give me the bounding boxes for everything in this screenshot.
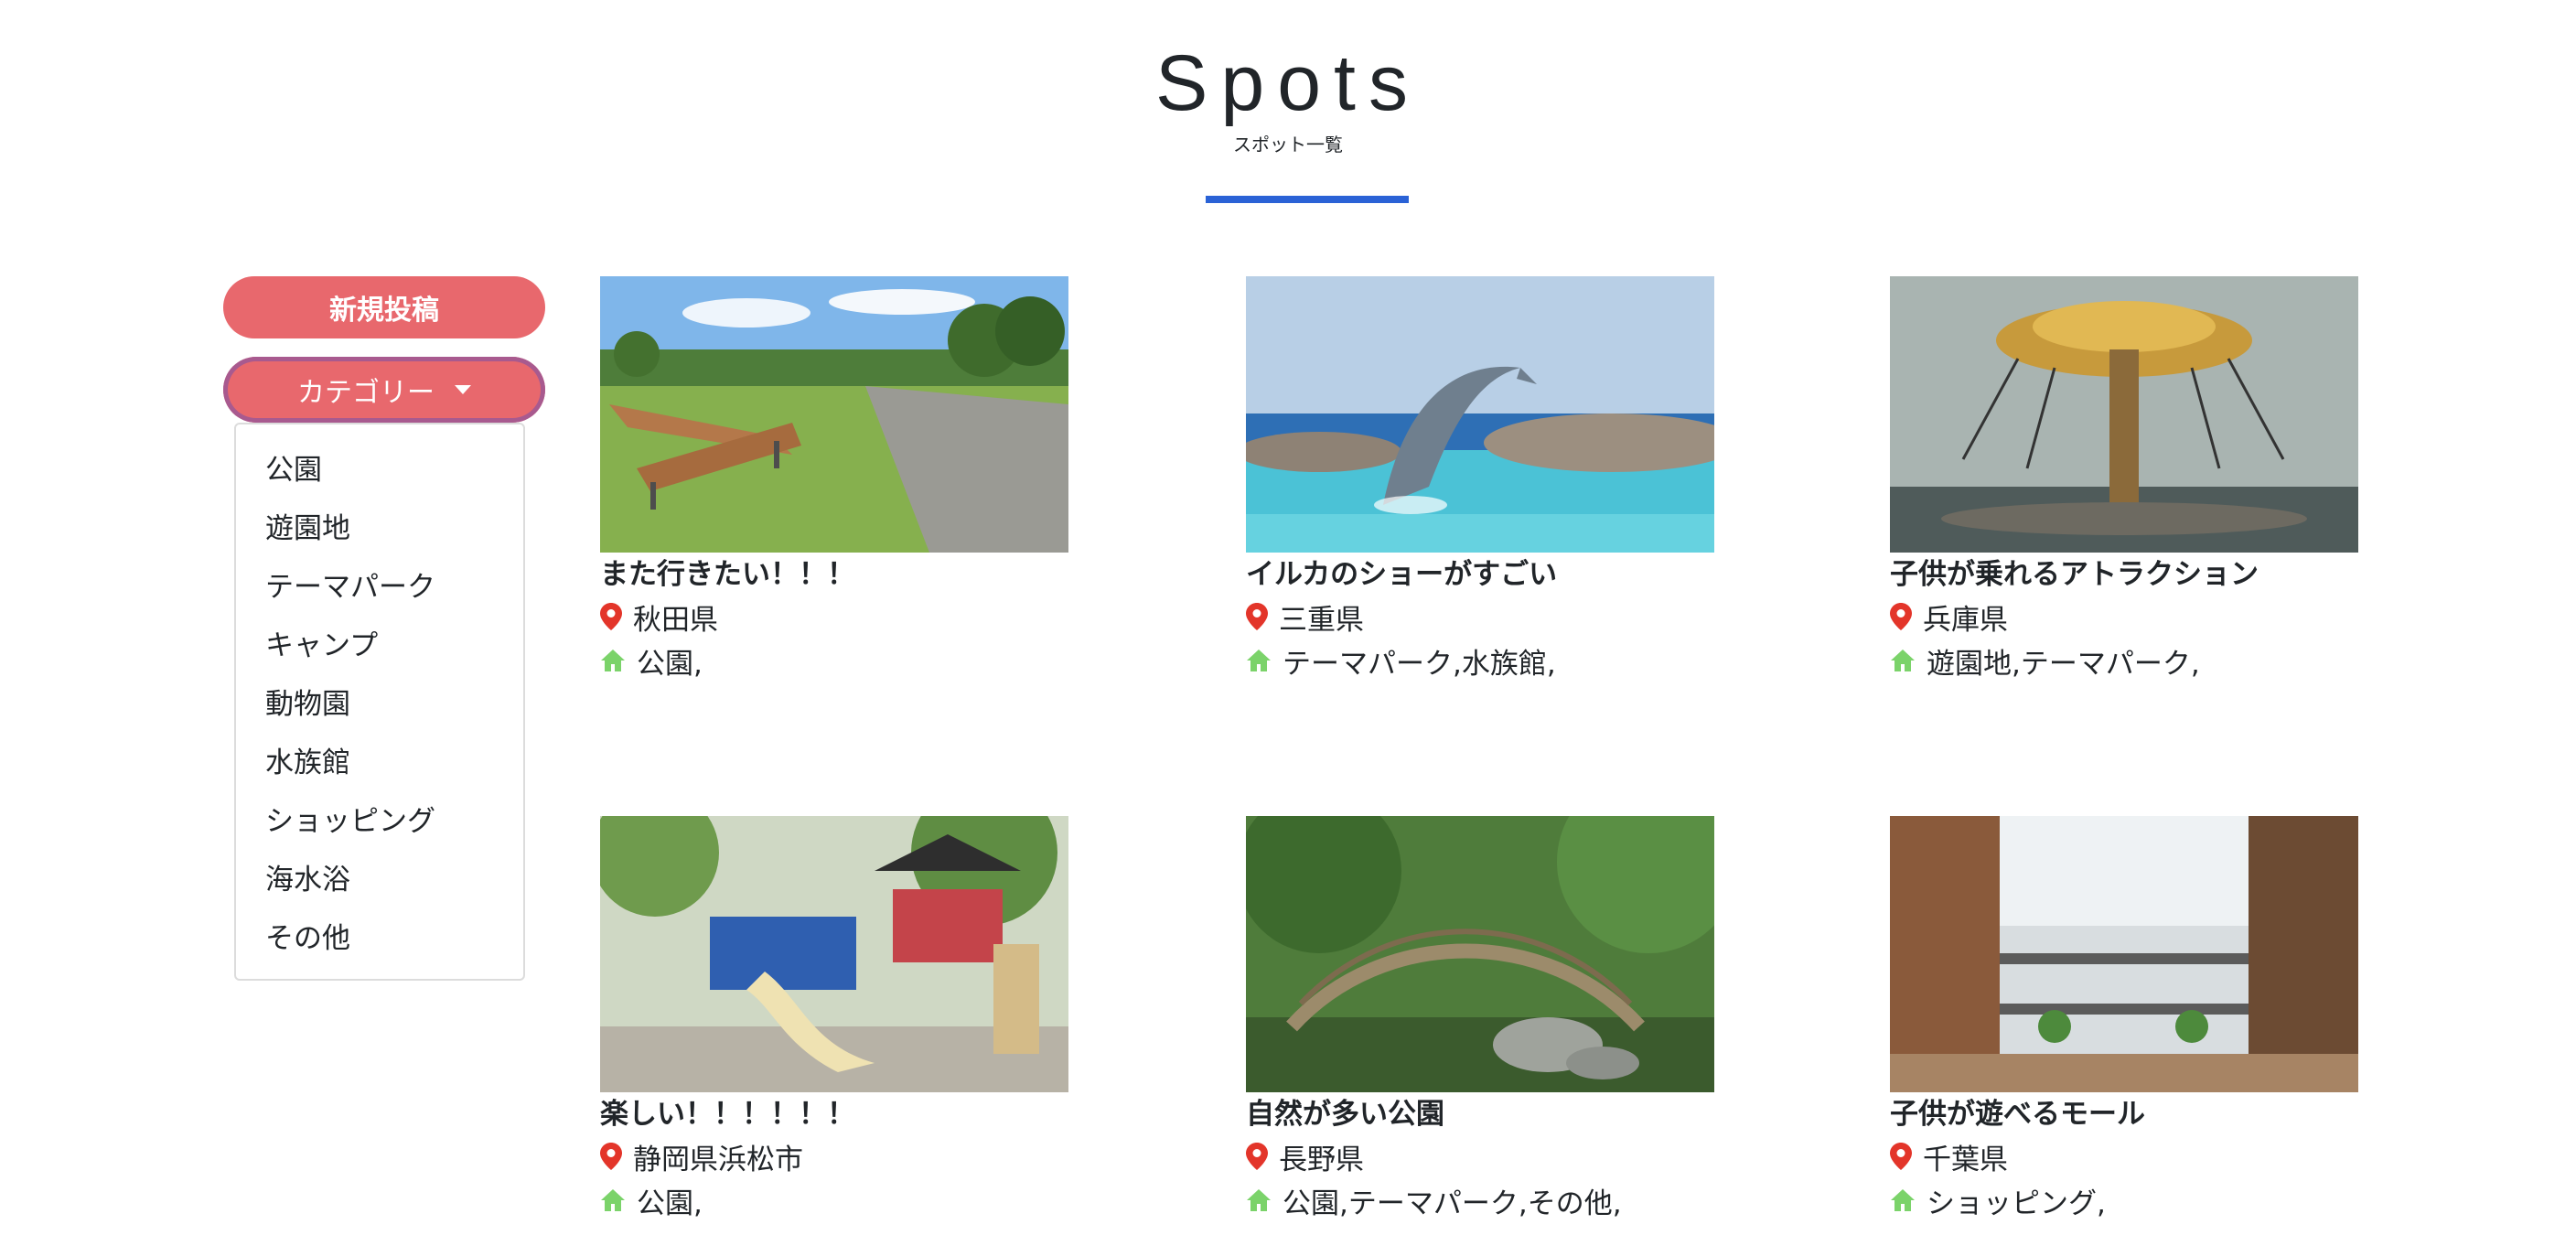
dropdown-item-other[interactable]: その他: [236, 913, 523, 964]
page-subtitle: スポット一覧: [1233, 134, 1343, 156]
dropdown-item-aquarium[interactable]: 水族館: [236, 737, 523, 789]
category-dropdown-label: カテゴリー: [297, 377, 435, 409]
spot-card[interactable]: 自然が多い公園 長野県 公園,テーマパーク,その他,: [1246, 816, 1758, 1235]
spot-location: 三重県: [1246, 598, 1364, 637]
home-icon: [600, 649, 626, 672]
new-post-button[interactable]: 新規投稿: [223, 276, 545, 338]
category-dropdown-menu: 公園 遊園地 テーマパーク キャンプ 動物園 水族館 ショッピング 海水浴 その…: [234, 423, 525, 981]
spot-image-playground[interactable]: [600, 816, 1068, 1092]
location-pin-icon: [1890, 603, 1912, 630]
spot-categories: 公園,: [600, 642, 703, 681]
spot-prefecture: 静岡県浜松市: [633, 1143, 803, 1176]
spot-title[interactable]: 子供が遊べるモール: [1890, 1090, 2145, 1132]
dropdown-item-shopping[interactable]: ショッピング: [236, 796, 523, 847]
dropdown-item-park[interactable]: 公園: [236, 445, 523, 496]
caret-down-icon: [455, 385, 471, 394]
spot-categories: ショッピング,: [1890, 1182, 2106, 1220]
spot-prefecture: 三重県: [1279, 603, 1364, 637]
home-icon: [600, 1188, 626, 1212]
spot-title[interactable]: イルカのショーがすごい: [1246, 551, 1557, 592]
dropdown-item-zoo[interactable]: 動物園: [236, 679, 523, 730]
spot-prefecture: 千葉県: [1923, 1143, 2008, 1176]
dropdown-item-amusement[interactable]: 遊園地: [236, 503, 523, 554]
spot-title[interactable]: 自然が多い公園: [1246, 1090, 1444, 1132]
dropdown-item-theme-park[interactable]: テーマパーク: [236, 562, 523, 613]
category-dropdown-button[interactable]: カテゴリー: [223, 357, 545, 423]
title-underline: [1206, 196, 1409, 203]
spot-location: 長野県: [1246, 1138, 1364, 1176]
location-pin-icon: [600, 1143, 622, 1170]
home-icon: [1890, 1188, 1916, 1212]
spot-categories: 遊園地,テーマパーク,: [1890, 642, 2200, 681]
spot-category-list: 公園,: [637, 647, 703, 681]
spot-title[interactable]: また行きたい！！！: [600, 551, 855, 592]
location-pin-icon: [600, 603, 622, 630]
spot-prefecture: 秋田県: [633, 603, 718, 637]
home-icon: [1246, 1188, 1272, 1212]
spot-card[interactable]: 楽しい！！！！！！ 静岡県浜松市 公園,: [600, 816, 1112, 1235]
spot-image-shopping-mall[interactable]: [1890, 816, 2358, 1092]
location-pin-icon: [1890, 1143, 1912, 1170]
spot-category-list: 遊園地,テーマパーク,: [1927, 647, 2200, 681]
spot-card[interactable]: 子供が乗れるアトラクション 兵庫県 遊園地,テーマパーク,: [1890, 276, 2402, 697]
spot-card[interactable]: イルカのショーがすごい 三重県 テーマパーク,水族館,: [1246, 276, 1758, 697]
spot-location: 千葉県: [1890, 1138, 2008, 1176]
spot-categories: 公園,: [600, 1182, 703, 1220]
dropdown-item-beach[interactable]: 海水浴: [236, 854, 523, 906]
spot-category-list: 公園,テーマパーク,その他,: [1283, 1187, 1622, 1220]
location-pin-icon: [1246, 603, 1268, 630]
spot-image-dolphin[interactable]: [1246, 276, 1714, 553]
dropdown-item-camp[interactable]: キャンプ: [236, 620, 523, 671]
spot-prefecture: 兵庫県: [1923, 603, 2008, 637]
home-icon: [1890, 649, 1916, 672]
spot-category-list: 公園,: [637, 1187, 703, 1220]
spot-categories: テーマパーク,水族館,: [1246, 642, 1556, 681]
spot-location: 秋田県: [600, 598, 718, 637]
spot-card[interactable]: 子供が遊べるモール 千葉県 ショッピング,: [1890, 816, 2402, 1235]
page-title: Spots: [1155, 39, 1421, 127]
spot-location: 兵庫県: [1890, 598, 2008, 637]
spot-prefecture: 長野県: [1279, 1143, 1364, 1176]
home-icon: [1246, 649, 1272, 672]
spot-card[interactable]: また行きたい！！！ 秋田県 公園,: [600, 276, 1112, 697]
spot-image-park-bench[interactable]: [600, 276, 1068, 553]
spot-category-list: ショッピング,: [1927, 1187, 2106, 1220]
spot-category-list: テーマパーク,水族館,: [1283, 647, 1556, 681]
spot-location: 静岡県浜松市: [600, 1138, 803, 1176]
spot-title[interactable]: 楽しい！！！！！！: [600, 1090, 855, 1132]
spot-image-swing-ride[interactable]: [1890, 276, 2358, 553]
spot-image-garden-bridge[interactable]: [1246, 816, 1714, 1092]
location-pin-icon: [1246, 1143, 1268, 1170]
spot-title[interactable]: 子供が乗れるアトラクション: [1890, 551, 2259, 592]
spot-categories: 公園,テーマパーク,その他,: [1246, 1182, 1622, 1220]
